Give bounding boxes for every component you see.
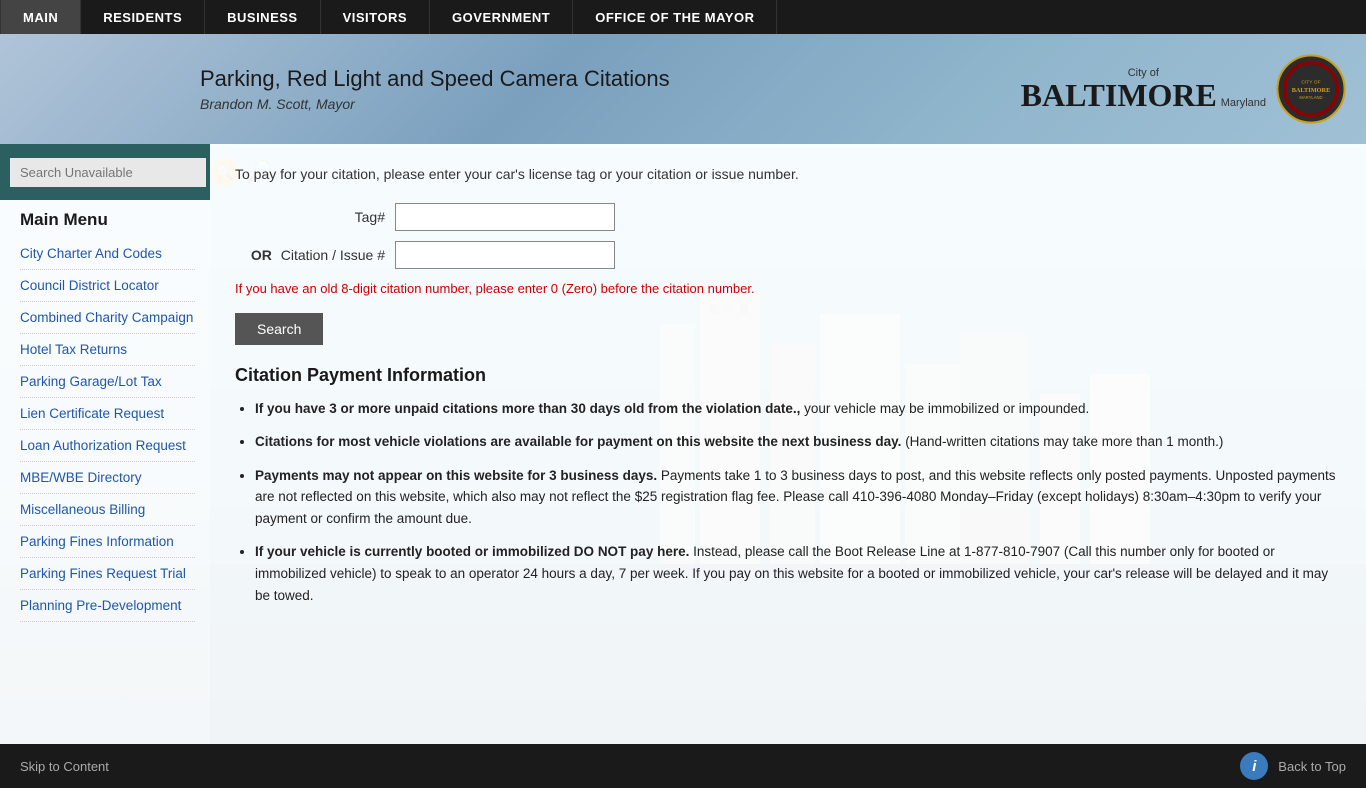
citation-row: OR Citation / Issue # xyxy=(235,241,1341,269)
city-seal-icon: CITY OF BALTIMORE MARYLAND xyxy=(1276,54,1346,124)
main-wrapper: 🔍 🔎 Main Menu City Charter And CodesCoun… xyxy=(0,144,1366,744)
nav-item-main[interactable]: MAIN xyxy=(0,0,81,34)
content-panel: To pay for your citation, please enter y… xyxy=(210,144,1366,744)
mayor-subtitle: Brandon M. Scott, Mayor xyxy=(200,96,670,112)
baltimore-text: City of BALTIMORE Maryland xyxy=(1021,67,1266,111)
skip-to-content-link[interactable]: Skip to Content xyxy=(20,759,109,774)
svg-text:BALTIMORE: BALTIMORE xyxy=(1292,87,1331,94)
citation-label-text: Citation / Issue # xyxy=(281,247,385,263)
citation-label: OR Citation / Issue # xyxy=(235,247,395,263)
citation-list-item: If your vehicle is currently booted or i… xyxy=(255,541,1341,606)
main-menu: Main Menu City Charter And CodesCouncil … xyxy=(0,200,210,627)
citation-input[interactable] xyxy=(395,241,615,269)
menu-item-mbe/wbe-directory[interactable]: MBE/WBE Directory xyxy=(20,462,195,494)
nav-item-office-of-the-mayor[interactable]: OFFICE OF THE MAYOR xyxy=(573,0,777,34)
menu-item-miscellaneous-billing[interactable]: Miscellaneous Billing xyxy=(20,494,195,526)
nav-item-residents[interactable]: RESIDENTS xyxy=(81,0,205,34)
menu-item-parking-garage/lot-tax[interactable]: Parking Garage/Lot Tax xyxy=(20,366,195,398)
citation-info-title: Citation Payment Information xyxy=(235,365,1341,386)
page-footer: Skip to Content i Back to Top xyxy=(0,744,1366,788)
search-box: 🔍 🔎 xyxy=(0,144,210,200)
menu-items-container: City Charter And CodesCouncil District L… xyxy=(20,238,195,622)
citation-list-item: Payments may not appear on this website … xyxy=(255,465,1341,530)
svg-text:MARYLAND: MARYLAND xyxy=(1299,95,1322,100)
citation-list: If you have 3 or more unpaid citations m… xyxy=(235,398,1341,607)
menu-title: Main Menu xyxy=(20,210,195,230)
page-title: Parking, Red Light and Speed Camera Cita… xyxy=(200,66,670,92)
form-hint: If you have an old 8-digit citation numb… xyxy=(235,279,1341,299)
menu-item-city-charter-and-codes[interactable]: City Charter And Codes xyxy=(20,238,195,270)
menu-item-hotel-tax-returns[interactable]: Hotel Tax Returns xyxy=(20,334,195,366)
search-input[interactable] xyxy=(10,158,206,187)
menu-item-combined-charity-campaign[interactable]: Combined Charity Campaign xyxy=(20,302,195,334)
info-icon[interactable]: i xyxy=(1240,752,1268,780)
form-intro: To pay for your citation, please enter y… xyxy=(235,164,1341,185)
header-title-area: Parking, Red Light and Speed Camera Cita… xyxy=(200,66,670,112)
citation-list-item: If you have 3 or more unpaid citations m… xyxy=(255,398,1341,420)
sidebar: 🔍 🔎 Main Menu City Charter And CodesCoun… xyxy=(0,144,210,744)
menu-item-loan-authorization-request[interactable]: Loan Authorization Request xyxy=(20,430,195,462)
nav-item-government[interactable]: GOVERNMENT xyxy=(430,0,573,34)
page-header: Parking, Red Light and Speed Camera Cita… xyxy=(0,34,1366,144)
nav-item-visitors[interactable]: VISITORS xyxy=(321,0,430,34)
citation-info-section: Citation Payment Information If you have… xyxy=(235,365,1341,607)
menu-item-planning-pre-development[interactable]: Planning Pre-Development xyxy=(20,590,195,622)
header-logo-area: City of BALTIMORE Maryland CITY OF BALTI… xyxy=(1021,54,1346,124)
or-label: OR xyxy=(251,247,272,263)
menu-item-council-district-locator[interactable]: Council District Locator xyxy=(20,270,195,302)
menu-item-parking-fines-request-trial[interactable]: Parking Fines Request Trial xyxy=(20,558,195,590)
tag-input[interactable] xyxy=(395,203,615,231)
menu-item-parking-fines-information[interactable]: Parking Fines Information xyxy=(20,526,195,558)
nav-item-business[interactable]: BUSINESS xyxy=(205,0,320,34)
tag-row: Tag# xyxy=(235,203,1341,231)
top-navigation: MAINRESIDENTSBUSINESSVISITORSGOVERNMENTO… xyxy=(0,0,1366,34)
back-to-top-link[interactable]: Back to Top xyxy=(1278,759,1346,774)
city-name: BALTIMORE xyxy=(1021,77,1217,113)
menu-item-lien-certificate-request[interactable]: Lien Certificate Request xyxy=(20,398,195,430)
tag-label: Tag# xyxy=(235,209,395,225)
search-submit-button[interactable]: Search xyxy=(235,313,323,345)
state-label: Maryland xyxy=(1221,97,1266,109)
citation-list-item: Citations for most vehicle violations ar… xyxy=(255,431,1341,453)
svg-text:CITY OF: CITY OF xyxy=(1301,79,1320,85)
